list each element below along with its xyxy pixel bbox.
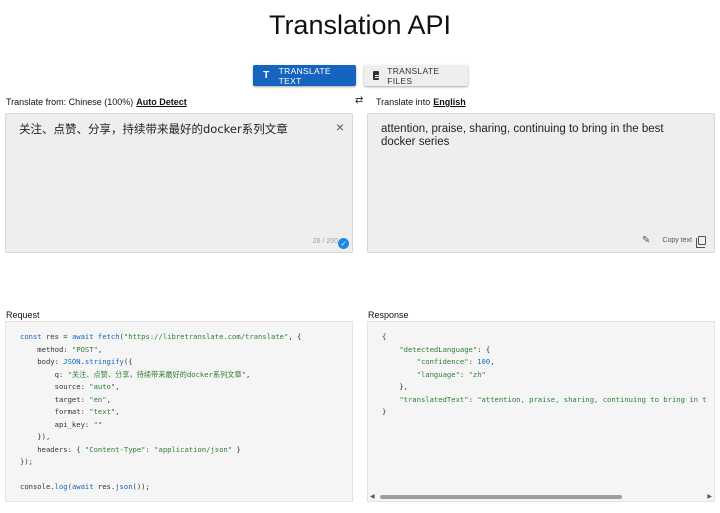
scrollbar-thumb[interactable] <box>380 495 622 499</box>
response-code-block: { "detectedLanguage": { "confidence": 10… <box>367 321 715 502</box>
copy-text-label: Copy text <box>662 237 692 244</box>
auto-detect-link[interactable]: Auto Detect <box>136 97 187 107</box>
copy-icon <box>696 236 706 248</box>
response-label: Response <box>368 310 409 320</box>
character-counter: 26 / 200 <box>312 238 338 245</box>
page-title: Translation API <box>268 10 452 40</box>
target-language-row: Translate into English <box>376 97 466 107</box>
file-icon <box>373 71 380 80</box>
copy-text-button[interactable]: ✎ Copy text <box>642 235 706 248</box>
source-text-input[interactable]: 关注、点赞、分享，持续带来最好的docker系列文章 <box>19 123 319 136</box>
translated-text: attention, praise, sharing, continuing t… <box>381 123 664 148</box>
translate-files-label: Translate Files <box>387 65 440 86</box>
response-horizontal-scrollbar[interactable]: ◀ ▶ <box>370 493 712 501</box>
clear-icon[interactable]: × <box>336 119 344 135</box>
swap-languages-icon[interactable]: ⇄ <box>355 95 363 106</box>
scroll-left-icon[interactable]: ◀ <box>370 493 375 500</box>
text-format-icon: T <box>263 70 270 81</box>
pencil-icon[interactable]: ✎ <box>642 235 650 246</box>
request-label: Request <box>6 310 40 320</box>
translate-files-button[interactable]: Translate Files <box>364 65 468 86</box>
target-language-link[interactable]: English <box>433 97 466 107</box>
source-language-row: Translate from: Chinese (100%) Auto Detec… <box>6 97 187 107</box>
source-language-prefix: Translate from: Chinese (100%) <box>6 97 134 107</box>
target-language-prefix: Translate into <box>376 97 431 107</box>
request-code-block: const res = await fetch("https://libretr… <box>5 321 353 502</box>
source-text-panel[interactable]: 关注、点赞、分享，持续带来最好的docker系列文章 × 26 / 200 ✓ <box>5 113 353 253</box>
translate-text-label: Translate Text <box>278 65 331 86</box>
scroll-right-icon[interactable]: ▶ <box>707 493 712 500</box>
target-text-panel: attention, praise, sharing, continuing t… <box>367 113 715 253</box>
check-icon: ✓ <box>338 238 349 249</box>
translate-text-button[interactable]: T Translate Text <box>253 65 356 86</box>
